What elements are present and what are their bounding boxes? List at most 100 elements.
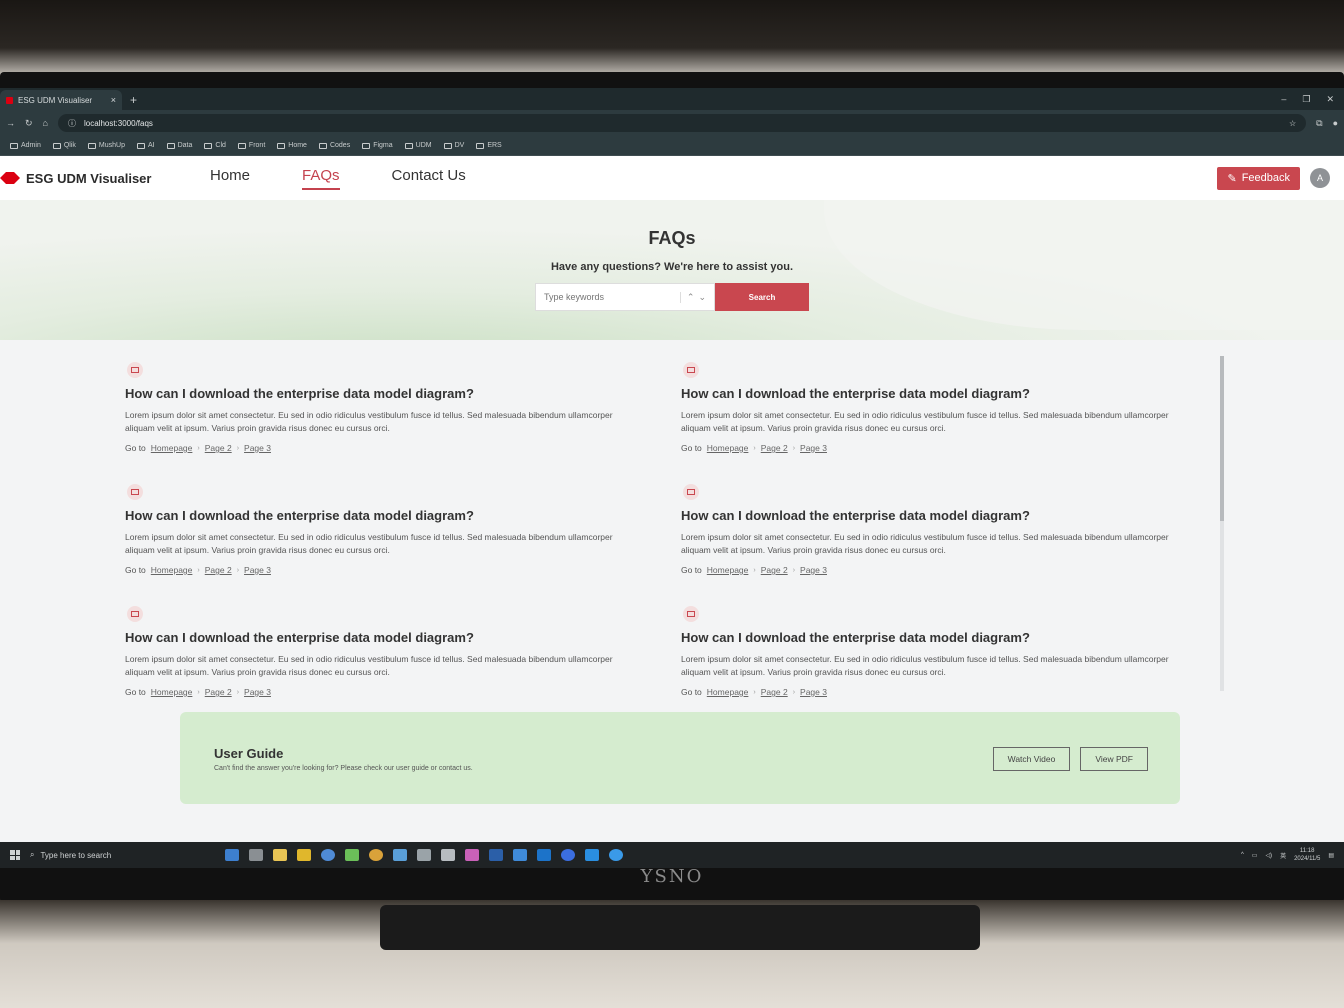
faq-item: How can I download the enterprise data m… xyxy=(125,362,681,464)
feedback-button[interactable]: ✎ Feedback xyxy=(1217,166,1300,190)
goto-label: Go to xyxy=(125,565,146,575)
chevron-right-icon: › xyxy=(236,444,240,452)
link-homepage[interactable]: Homepage xyxy=(707,687,749,697)
chevron-right-icon: › xyxy=(792,688,796,696)
link-page-3[interactable]: Page 3 xyxy=(800,687,827,697)
watch-video-button[interactable]: Watch Video xyxy=(992,747,1071,771)
app-icon[interactable] xyxy=(369,849,383,861)
link-page-2[interactable]: Page 2 xyxy=(205,687,232,697)
link-page-3[interactable]: Page 3 xyxy=(244,443,271,453)
bookmark-folder[interactable]: Cld xyxy=(204,142,226,149)
search-button[interactable]: Search xyxy=(715,283,809,311)
bookmark-folder[interactable]: Figma xyxy=(362,142,393,149)
link-page-3[interactable]: Page 3 xyxy=(244,687,271,697)
search-steppers[interactable]: ⌃ ⌄ xyxy=(679,291,706,303)
reload-icon[interactable]: ↻ xyxy=(25,118,33,129)
bookmark-folder[interactable]: Front xyxy=(237,142,265,149)
home-icon[interactable]: ⌂ xyxy=(43,118,48,128)
folder-icon xyxy=(136,142,145,149)
faq-scrollbar[interactable] xyxy=(1220,356,1224,691)
tray-arrow-icon[interactable]: ^ xyxy=(1241,852,1244,858)
link-homepage[interactable]: Homepage xyxy=(707,565,749,575)
link-page-3[interactable]: Page 3 xyxy=(800,565,827,575)
window-controls: – ❐ ✕ xyxy=(1281,94,1344,110)
site-info-icon[interactable]: ⓘ xyxy=(68,118,76,129)
main-nav: Home FAQs Contact Us xyxy=(210,167,466,190)
windows-start-icon[interactable] xyxy=(10,850,20,860)
volume-icon[interactable]: ◁) xyxy=(1265,852,1272,859)
app-icon[interactable] xyxy=(609,849,623,861)
bookmark-folder[interactable]: Codes xyxy=(318,142,350,149)
mail-icon xyxy=(127,606,143,622)
nav-faqs[interactable]: FAQs xyxy=(302,167,340,190)
zoom-icon[interactable] xyxy=(561,849,575,861)
taskbar-search[interactable]: ⌕ Type here to search xyxy=(30,850,205,860)
view-pdf-button[interactable]: View PDF xyxy=(1080,747,1148,771)
bookmark-folder[interactable]: Admin xyxy=(10,142,41,149)
link-homepage[interactable]: Homepage xyxy=(151,443,193,453)
app-icon[interactable] xyxy=(225,849,239,861)
link-page-2[interactable]: Page 2 xyxy=(205,443,232,453)
app-icon[interactable] xyxy=(465,849,479,861)
url-bar[interactable]: ⓘ localhost:3000/faqs ☆ xyxy=(57,114,1307,132)
app-icon[interactable] xyxy=(513,849,527,861)
extensions-icon[interactable]: ⧉ xyxy=(1316,118,1322,129)
network-icon[interactable]: ▭ xyxy=(1252,852,1258,859)
close-window-icon[interactable]: ✕ xyxy=(1326,94,1334,105)
app-icon[interactable] xyxy=(417,849,431,861)
app-logo[interactable]: ESG UDM Visualiser xyxy=(0,171,210,186)
search-input[interactable] xyxy=(544,292,674,302)
app-icon[interactable] xyxy=(441,849,455,861)
app-icon[interactable] xyxy=(345,849,359,861)
scrollbar-thumb[interactable] xyxy=(1220,356,1224,521)
back-icon[interactable]: → xyxy=(6,118,15,128)
vscode-icon[interactable] xyxy=(585,849,599,861)
sticky-notes-icon[interactable] xyxy=(297,849,311,861)
hexagon-logo-icon xyxy=(0,172,20,184)
chrome-icon[interactable] xyxy=(321,849,335,861)
nav-home[interactable]: Home xyxy=(210,167,250,190)
bookmark-folder[interactable]: Home xyxy=(277,142,307,149)
language-indicator[interactable]: 英 xyxy=(1280,851,1286,860)
chevron-up-icon[interactable]: ⌃ xyxy=(687,292,695,303)
link-homepage[interactable]: Homepage xyxy=(151,565,193,575)
nav-contact-us[interactable]: Contact Us xyxy=(392,167,466,190)
link-homepage[interactable]: Homepage xyxy=(151,687,193,697)
folder-icon xyxy=(10,142,18,149)
close-tab-icon[interactable]: × xyxy=(111,95,116,105)
folder-icon xyxy=(404,142,413,149)
bookmark-star-icon[interactable]: ☆ xyxy=(1289,119,1296,128)
bookmark-folder[interactable]: Data xyxy=(166,142,192,149)
link-page-3[interactable]: Page 3 xyxy=(244,565,271,575)
link-page-3[interactable]: Page 3 xyxy=(800,443,827,453)
link-page-2[interactable]: Page 2 xyxy=(761,687,788,697)
bookmark-folder[interactable]: DV xyxy=(443,142,464,149)
link-homepage[interactable]: Homepage xyxy=(707,443,749,453)
avatar[interactable]: A xyxy=(1310,168,1330,188)
chevron-down-icon[interactable]: ⌄ xyxy=(698,292,706,303)
notifications-icon[interactable]: ▤ xyxy=(1328,852,1334,859)
search-box[interactable]: ⌃ ⌄ xyxy=(535,283,715,311)
bookmark-folder[interactable]: MushUp xyxy=(87,142,125,149)
app-icon[interactable] xyxy=(393,849,407,861)
outlook-icon[interactable] xyxy=(537,849,551,861)
app-icon[interactable] xyxy=(249,849,263,861)
minimize-icon[interactable]: – xyxy=(1281,94,1286,105)
app-header: ESG UDM Visualiser Home FAQs Contact Us … xyxy=(0,156,1344,200)
bookmark-folder[interactable]: Qlik xyxy=(52,142,76,149)
link-page-2[interactable]: Page 2 xyxy=(205,565,232,575)
file-explorer-icon[interactable] xyxy=(273,849,287,861)
bookmark-folder[interactable]: ERS xyxy=(476,142,502,149)
feedback-label: Feedback xyxy=(1241,172,1290,184)
faq-answer: Lorem ipsum dolor sit amet consectetur. … xyxy=(681,654,1169,677)
bookmark-folder[interactable]: UDM xyxy=(404,142,432,149)
link-page-2[interactable]: Page 2 xyxy=(761,443,788,453)
restore-icon[interactable]: ❐ xyxy=(1302,94,1310,105)
bookmark-folder[interactable]: AI xyxy=(136,142,155,149)
powershell-icon[interactable] xyxy=(489,849,503,861)
profile-icon[interactable]: ● xyxy=(1333,118,1338,128)
browser-tab[interactable]: ESG UDM Visualiser × xyxy=(0,90,122,110)
clock[interactable]: 11:18 2024/11/5 xyxy=(1294,847,1320,863)
new-tab-button[interactable]: + xyxy=(130,93,137,110)
link-page-2[interactable]: Page 2 xyxy=(761,565,788,575)
